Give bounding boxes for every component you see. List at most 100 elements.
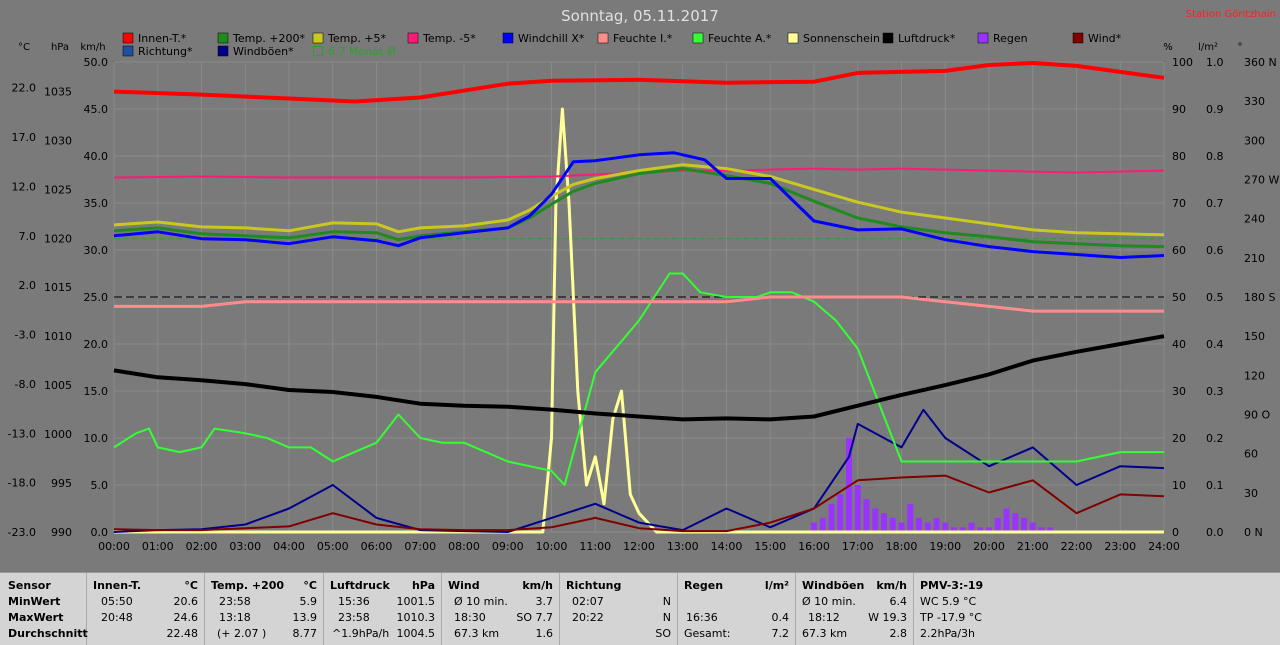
legend-swatch	[977, 32, 989, 44]
x-tick-label: 06:00	[361, 540, 393, 553]
stats-richtung-max-value: N	[662, 611, 671, 624]
kmh-tick-label: 40.0	[84, 150, 109, 163]
kmh-tick-label: 20.0	[84, 338, 109, 351]
stats-wind-max-time: 18:30	[454, 611, 486, 624]
x-tick-label: 18:00	[886, 540, 918, 553]
celsius-tick-label: -13.0	[8, 427, 36, 440]
hpa-tick-label: 1005	[44, 379, 72, 392]
stats-col-sensor: Sensor MinWert MaxWert Durchschnitt	[0, 573, 88, 645]
stats-regen-max-value: 0.4	[771, 611, 790, 624]
stats-temp200-max-value: 13.9	[292, 611, 318, 624]
percent-tick-label: 0	[1172, 526, 1179, 539]
percent-tick-label: 20	[1172, 432, 1186, 445]
stats-temp200-max-time: 13:18	[219, 611, 251, 624]
stats-luftdruck-max-value: 1010.3	[396, 611, 436, 624]
legend-label: Feuchte I.*	[613, 32, 673, 45]
rain-bar	[1012, 513, 1019, 532]
legend-label: Temp. +200*	[232, 32, 306, 45]
rain-bar	[933, 517, 940, 532]
stats-luftdruck-min-time: 15:36	[338, 595, 370, 608]
stats-pmv-windchill: WC 5.9 °C	[920, 595, 977, 608]
unit-hpa: hPa	[51, 42, 69, 53]
x-tick-label: 17:00	[842, 540, 874, 553]
celsius-tick-label: -3.0	[15, 329, 36, 342]
unit-degree: °	[1238, 42, 1243, 53]
stats-luftdruck-trend: ^1.9hPa/h	[332, 627, 390, 640]
x-tick-label: 09:00	[492, 540, 524, 553]
stats-luftdruck-header: Luftdruck	[330, 579, 390, 592]
degree-tick-label: 270 W	[1244, 174, 1279, 187]
lm2-tick-label: 0.0	[1206, 526, 1224, 539]
weather-chart: Sonntag, 05.11.2017 Station Göritzhain I…	[8, 7, 1280, 553]
rain-bar	[881, 513, 887, 532]
lm2-tick-label: 0.8	[1206, 150, 1224, 163]
stats-innen-max-value: 24.6	[173, 611, 199, 624]
kmh-tick-label: 35.0	[84, 197, 109, 210]
stats-temp200-header: Temp. +200	[211, 579, 285, 592]
legend-label: Innen-T.*	[138, 32, 187, 45]
stats-wind-avg: 1.6	[535, 627, 554, 640]
degree-tick-label: 60	[1244, 448, 1258, 461]
kmh-tick-label: 15.0	[84, 385, 109, 398]
celsius-tick-label: -8.0	[15, 378, 36, 391]
unit-celsius: °C	[18, 42, 30, 53]
x-tick-label: 10:00	[536, 540, 568, 553]
hpa-tick-label: 1000	[44, 428, 72, 441]
rain-bar	[837, 494, 844, 532]
lm2-tick-label: 0.5	[1206, 291, 1224, 304]
lm2-tick-label: 0.3	[1206, 385, 1224, 398]
stats-windboeen-header: Windböen	[802, 579, 865, 592]
stats-col-temp200: Temp. +200 °C 23:58 5.9 13:18 13.9 (+ 2.…	[205, 573, 324, 645]
lm2-tick-label: 0.6	[1206, 244, 1224, 257]
celsius-tick-label: -18.0	[8, 477, 36, 490]
stats-richtung-min-time: 02:07	[572, 595, 604, 608]
stats-innen-unit: °C	[184, 579, 198, 592]
legend-swatch	[692, 32, 704, 44]
degree-tick-label: 210	[1244, 252, 1265, 265]
stats-windboeen-min-value: 6.4	[889, 595, 908, 608]
stats-temp200-avg: 8.77	[292, 627, 318, 640]
stats-pmv-dewpoint: TP -17.9 °C	[920, 611, 982, 624]
legend-swatch	[407, 32, 419, 44]
degree-tick-label: 90 O	[1244, 409, 1270, 422]
x-tick-label: 12:00	[623, 540, 655, 553]
stats-windboeen-min-time: Ø 10 min.	[802, 595, 856, 608]
station-name: Station Göritzhain	[1186, 9, 1276, 20]
rain-bar	[828, 503, 835, 532]
stats-richtung-max-time: 20:22	[572, 611, 604, 624]
x-tick-label: 11:00	[579, 540, 611, 553]
legend-swatch	[787, 32, 799, 44]
stats-innen-min-value: 20.6	[173, 595, 199, 608]
degree-tick-label: 330	[1244, 95, 1265, 108]
stats-label-sensor: Sensor	[8, 579, 51, 592]
percent-tick-label: 50	[1172, 291, 1186, 304]
percent-tick-label: 60	[1172, 244, 1186, 257]
legend-label: Windböen*	[233, 45, 294, 58]
stats-windboeen-avg: 2.8	[889, 627, 908, 640]
legend-swatch	[217, 45, 229, 57]
x-tick-label: 13:00	[667, 540, 699, 553]
percent-tick-label: 70	[1172, 197, 1186, 210]
stats-label-avg: Durchschnitt	[8, 627, 88, 640]
legend-swatch	[122, 32, 134, 44]
chart-axes: 00:00 01:00 02:00 03:00 04:00 05:00 06:00 07:00…	[8, 56, 1280, 553]
legend-label: Temp. -5*	[422, 32, 476, 45]
rain-bar	[889, 517, 896, 532]
legend-label: Windchill X*	[518, 32, 585, 45]
percent-tick-label: 90	[1172, 103, 1186, 116]
stats-temp200-min-time: 23:58	[219, 595, 251, 608]
x-tick-label: 01:00	[142, 540, 174, 553]
statistics-table: Sensor MinWert MaxWert Durchschnitt Inne…	[0, 572, 1280, 645]
legend-label: Wind*	[1088, 32, 1122, 45]
percent-tick-label: 80	[1172, 150, 1186, 163]
degree-tick-label: 30	[1244, 487, 1258, 500]
stats-temp200-unit: °C	[303, 579, 317, 592]
legend-swatch	[313, 46, 323, 56]
stats-col-pmv: PMV-3:-19 WC 5.9 °C TP -17.9 °C 2.2hPa/3…	[914, 573, 1024, 645]
hpa-tick-label: 1035	[44, 85, 72, 98]
stats-temp200-trend: (+ 2.07 )	[217, 627, 267, 640]
legend-swatch	[502, 32, 514, 44]
x-tick-label: 23:00	[1104, 540, 1136, 553]
stats-wind-unit: km/h	[522, 579, 553, 592]
degree-tick-label: 300	[1244, 134, 1265, 147]
